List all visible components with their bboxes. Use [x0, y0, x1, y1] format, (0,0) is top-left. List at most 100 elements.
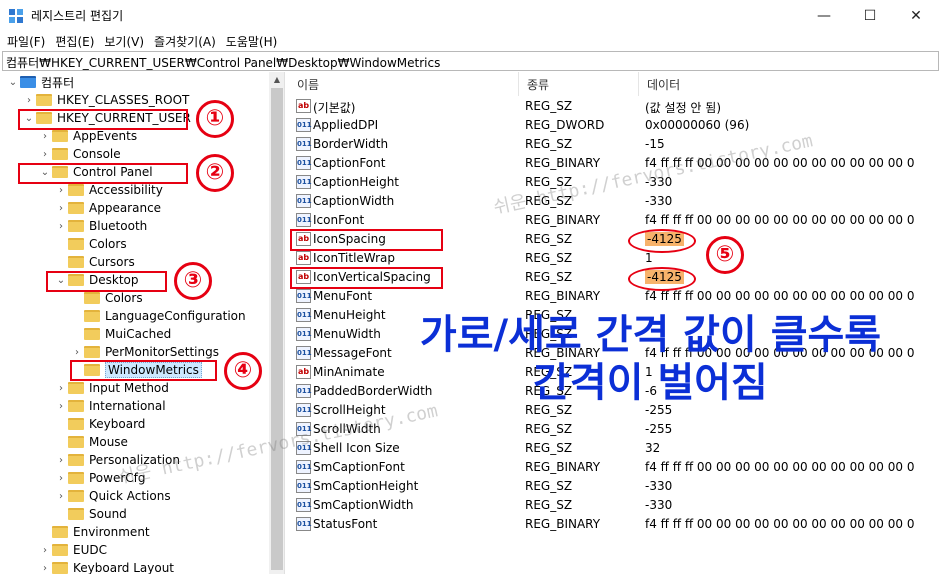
chevron-right-icon[interactable]: › [54, 455, 68, 466]
column-header-name[interactable]: 이름 [289, 72, 519, 96]
binary-value-icon: 011 [296, 213, 312, 227]
chevron-right-icon[interactable]: › [54, 473, 68, 484]
value-row[interactable]: ab IconTitleWrap REG_SZ 1 [289, 249, 941, 268]
tree-item[interactable]: Colors [54, 235, 127, 253]
value-row[interactable]: 011 IconFont REG_BINARY f4 ff ff ff 00 00 0… [289, 211, 941, 230]
tree-item-label: International [89, 399, 166, 413]
value-row[interactable]: 011 AppliedDPI REG_DWORD 0x00000060 (96) [289, 116, 941, 135]
tree-item[interactable]: MuiCached [70, 325, 171, 343]
tree-item[interactable]: › PerMonitorSettings [70, 343, 219, 361]
chevron-right-icon[interactable]: › [54, 203, 68, 214]
value-data: -330 [645, 194, 673, 208]
value-row[interactable]: ab (기본값) REG_SZ (값 설정 안 됨) [289, 97, 941, 116]
menu-help[interactable]: 도움말(H) [221, 31, 283, 51]
tree-item[interactable]: › EUDC [38, 541, 107, 559]
tree-item[interactable]: › Bluetooth [54, 217, 147, 235]
value-row[interactable]: 011 BorderWidth REG_SZ -15 [289, 135, 941, 154]
value-data-cell: f4 ff ff ff 00 00 00 00 00 00 00 00 00 0… [645, 460, 915, 474]
chevron-right-icon[interactable]: › [22, 95, 36, 106]
value-data-cell: 1 [645, 251, 915, 265]
binary-value-icon: 011 [296, 308, 312, 322]
folder-icon [52, 130, 68, 142]
tree-scrollbar[interactable]: ▲ [269, 72, 284, 574]
menu-favorites[interactable]: 즐겨찾기(A) [149, 31, 221, 51]
tree-item[interactable]: Keyboard [54, 415, 145, 433]
value-name: SmCaptionWidth [313, 498, 414, 512]
maximize-button[interactable]: ☐ [847, 0, 893, 31]
value-data-cell: (값 설정 안 됨) [645, 99, 915, 116]
tree-item[interactable]: › Input Method [54, 379, 169, 397]
tree-item-label: Environment [73, 525, 150, 539]
tree-item[interactable]: Mouse [54, 433, 128, 451]
value-row[interactable]: 011 SmCaptionHeight REG_SZ -330 [289, 477, 941, 496]
value-data-cell: f4 ff ff ff 00 00 00 00 00 00 00 00 00 0… [645, 213, 915, 227]
tree-item[interactable]: › International [54, 397, 166, 415]
binary-value-icon: 011 [296, 194, 312, 208]
value-row[interactable]: 011 SmCaptionFont REG_BINARY f4 ff ff ff 00… [289, 458, 941, 477]
value-type: REG_BINARY [525, 156, 601, 170]
value-data: f4 ff ff ff 00 00 00 00 00 00 00 00 00 0… [645, 460, 915, 474]
tree-item-label: EUDC [73, 543, 107, 557]
value-data-cell: -330 [645, 194, 915, 208]
chevron-down-icon[interactable]: ⌄ [6, 77, 20, 88]
value-row[interactable]: 011 Shell Icon Size REG_SZ 32 [289, 439, 941, 458]
value-name: MenuHeight [313, 308, 386, 322]
title-bar: 레지스트리 편집기 — ☐ ✕ [0, 0, 941, 31]
menu-view[interactable]: 보기(V) [99, 31, 149, 51]
tree-item-label: Bluetooth [89, 219, 148, 233]
value-row[interactable]: 011 SmCaptionWidth REG_SZ -330 [289, 496, 941, 515]
tree-item[interactable]: › Appearance [54, 199, 161, 217]
tree-item[interactable]: Cursors [54, 253, 135, 271]
chevron-right-icon[interactable]: › [70, 347, 84, 358]
chevron-right-icon[interactable]: › [38, 545, 52, 556]
folder-icon [68, 238, 84, 250]
value-row[interactable]: 011 StatusFont REG_BINARY f4 ff ff ff 00 00… [289, 515, 941, 534]
binary-value-icon: 011 [296, 460, 312, 474]
chevron-right-icon[interactable]: › [54, 383, 68, 394]
chevron-right-icon[interactable]: › [54, 221, 68, 232]
minimize-button[interactable]: — [801, 0, 847, 31]
binary-value-icon: 011 [296, 517, 312, 531]
tree-item[interactable]: Environment [38, 523, 150, 541]
tree-item-label: Sound [89, 507, 127, 521]
value-row[interactable]: 011 CaptionWidth REG_SZ -330 [289, 192, 941, 211]
window-title: 레지스트리 편집기 [31, 9, 124, 23]
column-header-type[interactable]: 종류 [519, 72, 639, 96]
folder-icon [68, 508, 84, 520]
tree-item[interactable]: Sound [54, 505, 127, 523]
binary-value-icon: 011 [296, 289, 312, 303]
annotation-box-desktop [46, 271, 167, 292]
tree-item[interactable]: ⌄ 컴퓨터 [6, 73, 74, 91]
tree-item-label: Appearance [89, 201, 162, 215]
value-name: SmCaptionHeight [313, 479, 419, 493]
chevron-right-icon[interactable]: › [54, 491, 68, 502]
menu-file[interactable]: 파일(F) [2, 31, 50, 51]
key-tree[interactable]: ▲ ⌄ 컴퓨터 › HKEY_CLASSES_ROOT ⌄ HKEY_CURRENT_US… [2, 72, 285, 574]
value-type: REG_SZ [525, 479, 573, 493]
value-data: -255 [645, 422, 673, 436]
menu-edit[interactable]: 편집(E) [50, 31, 99, 51]
chevron-right-icon[interactable]: › [38, 149, 52, 160]
scroll-up-icon[interactable]: ▲ [269, 72, 284, 88]
chevron-right-icon[interactable]: › [38, 131, 52, 142]
annotation-box-hkcu [18, 109, 188, 130]
address-bar[interactable]: 컴퓨터₩HKEY_CURRENT_USER₩Control Panel₩Desk… [2, 51, 939, 71]
chevron-right-icon[interactable]: › [54, 185, 68, 196]
value-name: MenuWidth [313, 327, 381, 341]
chevron-right-icon[interactable]: › [54, 401, 68, 412]
value-type: REG_BINARY [525, 460, 601, 474]
tree-item[interactable]: LanguageConfiguration [70, 307, 246, 325]
tree-item[interactable]: › Keyboard Layout [38, 559, 174, 574]
chevron-right-icon[interactable]: › [38, 563, 52, 574]
column-header-data[interactable]: 데이터 [639, 72, 941, 96]
close-button[interactable]: ✕ [893, 0, 939, 31]
tree-item[interactable]: › Quick Actions [54, 487, 171, 505]
tree-scrollbar-thumb[interactable] [271, 88, 283, 570]
tree-item-label: MuiCached [105, 327, 172, 341]
computer-icon [20, 76, 36, 88]
value-data: f4 ff ff ff 00 00 00 00 00 00 00 00 00 0… [645, 289, 915, 303]
value-type: REG_SZ [525, 441, 573, 455]
tree-item[interactable]: › HKEY_CLASSES_ROOT [22, 91, 189, 109]
tree-item[interactable]: › Console [38, 145, 121, 163]
folder-icon [68, 436, 84, 448]
